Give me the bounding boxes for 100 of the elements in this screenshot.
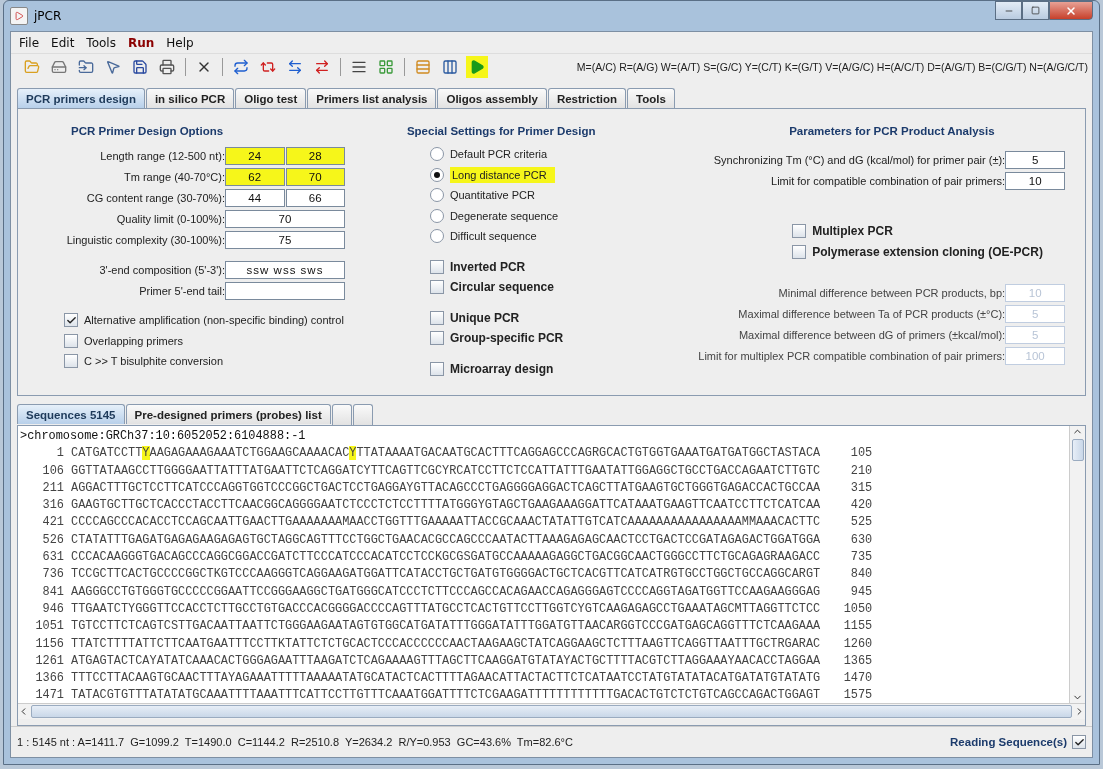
input-field[interactable]: 28 — [285, 146, 345, 165]
radio-label: Difficult sequence — [449, 230, 537, 243]
radio-button[interactable] — [429, 229, 444, 244]
field-label: Maximal difference between dG of primers (±kcal/mol): — [737, 328, 1006, 341]
sequence-line: TGTCCTTCTCAGTCSTTGACAATTAATTCTGGGAAGAATAGTGTGGCATGATATTTGGGATATTTGGATGTTAACARGGTCCCGATGAGCAGGTTTCTCAAGAAA — [71, 618, 821, 636]
tab[interactable] — [331, 404, 352, 425]
tab[interactable]: Sequences 5145 — [17, 404, 125, 424]
field-label: Maximal difference between Ta of PCR products (±°C): — [737, 307, 1006, 320]
checkbox-label: C >> T bisulphite conversion — [84, 355, 223, 368]
radio-label: Long distance PCR — [449, 166, 555, 183]
status-text: 1 : 5145 nt : A=1411.7 G=1099.2 T=1490.0 C=1144.2 R=2510.8 Y=2634.2 R/Y=0.953 GC=43.6% Tm=82.6°C — [17, 736, 573, 748]
tab[interactable]: Pre-designed primers (probes) list — [125, 404, 331, 424]
checkbox[interactable] — [429, 310, 444, 325]
tab[interactable]: PCR primers design — [17, 88, 145, 108]
printer-icon — [159, 59, 175, 75]
input-field[interactable]: 70 — [285, 167, 345, 186]
checkbox[interactable] — [64, 354, 78, 369]
section-title: Special Settings for Primer Design — [406, 125, 597, 139]
code-legend: M=(A/C) R=(A/G) W=(A/T) S=(G/C) Y=(C/T) K=(G/T) V=(A/G/C) H=(A/C/T) D=(A/G/T) B=(C/G/T) N=(A/G/C/T) — [576, 61, 1088, 73]
scroll-thumb[interactable] — [31, 705, 1072, 718]
field-label: Length range (12-500 nt): — [99, 149, 225, 162]
input-field[interactable]: ssw wss sws — [225, 260, 345, 279]
horizontal-scrollbar[interactable] — [18, 703, 1085, 719]
sequence-line: GGTTATAAGCCTTGGGGAATTATTTATGAATTCTCAGGATCYTTCAGTTCGCYRCATCCTTCTCCATTATTTGAATATTGGAGGCTGCCTGACCAGAATCTTGTC — [71, 462, 821, 480]
line-number: 1051 — [34, 618, 64, 636]
run-button[interactable] — [466, 56, 488, 78]
folder-icon — [24, 59, 40, 75]
input-field[interactable]: 5 — [1005, 150, 1066, 169]
radio-label: Quantitative PCR — [449, 189, 535, 202]
checkbox[interactable] — [429, 361, 444, 376]
checkbox-label: Overlapping primers — [84, 334, 184, 347]
menu-item[interactable]: Run — [121, 35, 161, 50]
menu-item[interactable]: Tools — [80, 35, 122, 50]
line-number: 630 — [849, 531, 873, 549]
save-icon — [132, 59, 148, 75]
checkbox[interactable] — [792, 224, 807, 239]
line-number: 526 — [41, 531, 64, 549]
maximize-icon — [1031, 6, 1040, 15]
sequence-line: AAGGGCCTGTGGGTGCCCCCGGAATTCCGGGAAGGCTGATGGGCATCCCTCTTCCCAGCCACAGAACCAGAGGGAGTCCCCAGGTAGATGGTTCCAAGAAGGGAG — [71, 583, 821, 601]
scroll-thumb[interactable] — [1071, 439, 1084, 461]
input-field[interactable]: 70 — [225, 209, 345, 228]
checkbox[interactable] — [64, 313, 78, 328]
sequence-line: ATGAGTACTCAYATATCAAACACTGGGAGAATTTAAGATCTCAGAAAAGTTTAGCTTCAAGGATGTATAYACTGCTTTTACGTCTTAGGAAAYAACACCTAGGAA — [71, 652, 821, 670]
field-label: Primer 5'-end tail: — [138, 284, 225, 297]
menu-item[interactable]: Help — [160, 35, 200, 50]
input-field[interactable]: 66 — [285, 188, 345, 207]
checkbox-label: Microarray design — [449, 361, 554, 376]
drive-icon — [51, 59, 67, 75]
checkbox-label: Reading Sequence(s) — [950, 736, 1067, 748]
input-field[interactable]: 75 — [225, 230, 345, 249]
input-field[interactable]: 44 — [225, 188, 285, 207]
field-label: 3'-end composition (5'-3'): — [98, 263, 225, 276]
input-field[interactable] — [225, 281, 345, 300]
maximize-button[interactable] — [1022, 1, 1049, 20]
close-button[interactable] — [1049, 1, 1093, 20]
line-number: 315 — [849, 479, 873, 497]
grid-icon — [378, 59, 394, 75]
checkbox-label: Alternative amplification (non-specific binding) control — [84, 314, 344, 327]
radio-button[interactable] — [429, 147, 444, 162]
line-number: 1575 — [842, 687, 873, 703]
radio-button[interactable] — [429, 208, 444, 223]
radio-button[interactable] — [429, 167, 444, 182]
line-number: 736 — [41, 566, 64, 584]
checkbox[interactable] — [429, 280, 444, 295]
checkbox[interactable] — [429, 259, 444, 274]
field-label: Linguistic complexity (30-100%): — [65, 233, 225, 246]
tab[interactable]: Tools — [626, 88, 675, 108]
line-number: 946 — [41, 600, 64, 618]
checkbox-label: Inverted PCR — [449, 259, 526, 274]
checkbox[interactable] — [792, 244, 807, 259]
menu-item[interactable]: Edit — [45, 35, 81, 50]
line-number: 1 — [55, 445, 64, 463]
tab[interactable]: Oligo test — [235, 88, 307, 108]
checkbox[interactable] — [64, 333, 78, 348]
field-label: CG content range (30-70%): — [85, 191, 225, 204]
tab[interactable]: Restriction — [547, 88, 626, 108]
line-number: 1156 — [34, 635, 64, 653]
list-icon — [351, 59, 367, 75]
input-field[interactable]: 24 — [225, 146, 285, 165]
sequence-line: TTTCCTTACAAGTGCAACTTTAYAGAAATTTTTAAAAATATGCATACTCACTTTTAGAACATTACTACTTCTCATAATCCTATGTATATACATGATATGTATATG — [71, 670, 821, 688]
tab[interactable] — [352, 404, 373, 425]
input-field[interactable]: 62 — [225, 167, 285, 186]
radio-button[interactable] — [429, 188, 444, 203]
line-number: 210 — [849, 462, 873, 480]
line-number: 1470 — [842, 670, 873, 688]
section-title: Parameters for PCR Product Analysis — [789, 125, 996, 139]
input-field[interactable]: 10 — [1005, 171, 1066, 190]
line-number: 1155 — [842, 618, 873, 636]
tab[interactable]: Primers list analysis — [307, 88, 437, 108]
folder-icon — [78, 59, 94, 75]
vertical-scrollbar[interactable] — [1069, 426, 1085, 703]
tab[interactable]: in silico PCR — [145, 88, 235, 108]
checkbox[interactable] — [429, 331, 444, 346]
minimize-button[interactable] — [995, 1, 1022, 20]
tab[interactable]: Oligos assembly — [437, 88, 547, 108]
checkbox[interactable] — [1072, 735, 1086, 749]
field-label: Minimal difference between PCR products, bp: — [777, 286, 1006, 299]
field-label: Quality limit (0-100%): — [115, 212, 225, 225]
menu-item[interactable]: File — [13, 35, 46, 50]
arrows-icon — [233, 59, 249, 75]
